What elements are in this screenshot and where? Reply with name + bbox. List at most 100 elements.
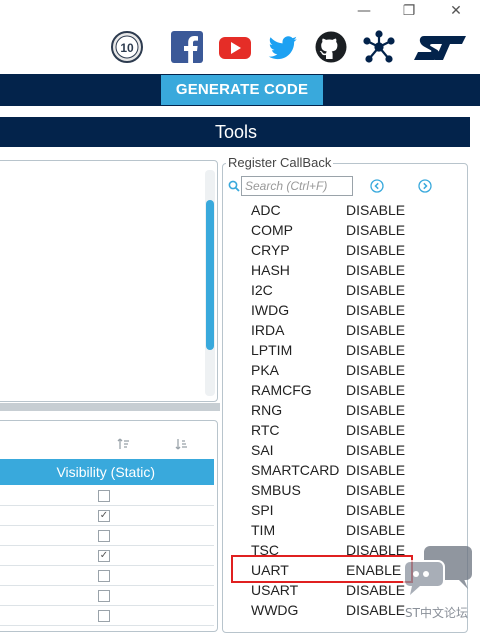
next-match-button[interactable]	[418, 179, 432, 193]
callback-peripheral-name: SMBUS	[251, 482, 301, 498]
callback-peripheral-name: HASH	[251, 262, 290, 278]
callback-value[interactable]: DISABLE	[346, 202, 405, 218]
register-callback-title: Register CallBack	[226, 155, 334, 170]
visibility-row	[0, 566, 214, 586]
callback-row-irda[interactable]: IRDA DISABLE	[251, 320, 421, 340]
callback-row-lptim[interactable]: LPTIM DISABLE	[251, 340, 421, 360]
callback-value[interactable]: DISABLE	[346, 422, 405, 438]
visibility-checkbox-checked[interactable]: ✓	[98, 510, 110, 522]
callback-peripheral-name: TIM	[251, 522, 276, 538]
callback-row-ramcfg[interactable]: RAMCFG DISABLE	[251, 380, 421, 400]
callback-row-smartcard[interactable]: SMARTCARD DISABLE	[251, 460, 421, 480]
st-logo-icon[interactable]	[410, 30, 470, 66]
close-button[interactable]: ✕	[444, 2, 468, 20]
callback-row-iwdg[interactable]: IWDG DISABLE	[251, 300, 421, 320]
callback-peripheral-name: I2C	[251, 282, 273, 298]
callback-value[interactable]: DISABLE	[346, 502, 405, 518]
visibility-checkbox[interactable]	[98, 610, 110, 622]
callback-value[interactable]: DISABLE	[346, 402, 405, 418]
anniversary-badge-text: 10	[120, 41, 134, 55]
visibility-row: ✓	[0, 546, 214, 566]
callback-row-tim[interactable]: TIM DISABLE	[251, 520, 421, 540]
callback-value[interactable]: DISABLE	[346, 262, 405, 278]
callback-peripheral-name: PKA	[251, 362, 280, 378]
callback-peripheral-name: IWDG	[251, 302, 290, 318]
visibility-checkbox[interactable]	[98, 490, 110, 502]
network-icon[interactable]	[362, 30, 396, 66]
callback-value[interactable]: DISABLE	[346, 362, 405, 378]
callback-value[interactable]: DISABLE	[346, 242, 405, 258]
forum-watermark-icon	[402, 545, 474, 597]
callback-peripheral-name: SMARTCARD	[251, 462, 340, 478]
callback-peripheral-name: RTC	[251, 422, 280, 438]
callback-value[interactable]: DISABLE	[346, 222, 405, 238]
callback-peripheral-name: WWDG	[251, 602, 299, 618]
callback-row-smbus[interactable]: SMBUS DISABLE	[251, 480, 421, 500]
callback-peripheral-name: CRYP	[251, 242, 290, 258]
visibility-column-header[interactable]: Visibility (Static)	[0, 459, 214, 485]
generate-code-button[interactable]: GENERATE CODE	[161, 75, 323, 105]
anniversary-badge-icon[interactable]: 10	[110, 30, 144, 66]
visibility-row	[0, 486, 214, 506]
left-upper-panel	[0, 160, 218, 402]
callback-value[interactable]: DISABLE	[346, 602, 405, 618]
twitter-icon[interactable]	[266, 30, 300, 66]
callback-value[interactable]: DISABLE	[346, 462, 405, 478]
callback-peripheral-name: RNG	[251, 402, 283, 418]
callback-row-pka[interactable]: PKA DISABLE	[251, 360, 421, 380]
callback-value[interactable]: DISABLE	[346, 382, 405, 398]
search-icon	[228, 179, 240, 197]
minimize-button[interactable]: —	[352, 2, 376, 20]
callback-row-hash[interactable]: HASH DISABLE	[251, 260, 421, 280]
callback-value[interactable]: DISABLE	[346, 342, 405, 358]
callback-peripheral-name: USART	[251, 582, 299, 598]
tools-title: Tools	[214, 122, 257, 142]
callback-peripheral-name: COMP	[251, 222, 293, 238]
callback-row-cryp[interactable]: CRYP DISABLE	[251, 240, 421, 260]
facebook-icon[interactable]	[170, 30, 204, 66]
callback-peripheral-name: IRDA	[251, 322, 285, 338]
callback-peripheral-name: LPTIM	[251, 342, 293, 358]
callback-value[interactable]: DISABLE	[346, 322, 405, 338]
visibility-checkbox-checked[interactable]: ✓	[98, 550, 110, 562]
callback-peripheral-name: SPI	[251, 502, 274, 518]
callback-row-sai[interactable]: SAI DISABLE	[251, 440, 421, 460]
github-icon[interactable]	[314, 30, 348, 66]
forum-watermark-text: ST中文论坛	[405, 606, 468, 620]
visibility-checkbox[interactable]	[98, 570, 110, 582]
previous-match-button[interactable]	[370, 179, 384, 193]
sort-descending-icon[interactable]	[175, 437, 189, 454]
callback-value[interactable]: DISABLE	[346, 442, 405, 458]
callback-row-i2c[interactable]: I2C DISABLE	[251, 280, 421, 300]
visibility-row	[0, 606, 214, 626]
callback-row-rtc[interactable]: RTC DISABLE	[251, 420, 421, 440]
callback-peripheral-name: ADC	[251, 202, 281, 218]
search-input[interactable]: Search (Ctrl+F)	[241, 176, 353, 196]
sort-ascending-icon[interactable]	[117, 437, 131, 454]
callback-value[interactable]: DISABLE	[346, 302, 405, 318]
visibility-checkbox[interactable]	[98, 530, 110, 542]
callback-row-comp[interactable]: COMP DISABLE	[251, 220, 421, 240]
callback-row-spi[interactable]: SPI DISABLE	[251, 500, 421, 520]
visibility-checkbox[interactable]	[98, 590, 110, 602]
youtube-icon[interactable]	[218, 30, 252, 66]
tools-title-bar: Tools	[0, 117, 470, 147]
visibility-row	[0, 586, 214, 606]
visibility-column-label: Visibility (Static)	[56, 464, 155, 480]
callback-value[interactable]: DISABLE	[346, 282, 405, 298]
callback-value[interactable]: DISABLE	[346, 582, 405, 598]
horizontal-splitter[interactable]	[0, 403, 220, 411]
visibility-row	[0, 526, 214, 546]
callback-value[interactable]: DISABLE	[346, 482, 405, 498]
uart-highlight-box	[231, 555, 413, 583]
callback-peripheral-name: SAI	[251, 442, 274, 458]
restore-button[interactable]: ❐	[397, 2, 421, 20]
callback-row-wwdg[interactable]: WWDG DISABLE	[251, 600, 421, 620]
callback-row-usart[interactable]: USART DISABLE	[251, 580, 421, 600]
callback-row-rng[interactable]: RNG DISABLE	[251, 400, 421, 420]
callback-value[interactable]: DISABLE	[346, 522, 405, 538]
callback-row-adc[interactable]: ADC DISABLE	[251, 200, 421, 220]
left-scrollbar-thumb[interactable]	[206, 200, 214, 350]
callback-peripheral-name: RAMCFG	[251, 382, 312, 398]
visibility-row: ✓	[0, 506, 214, 526]
